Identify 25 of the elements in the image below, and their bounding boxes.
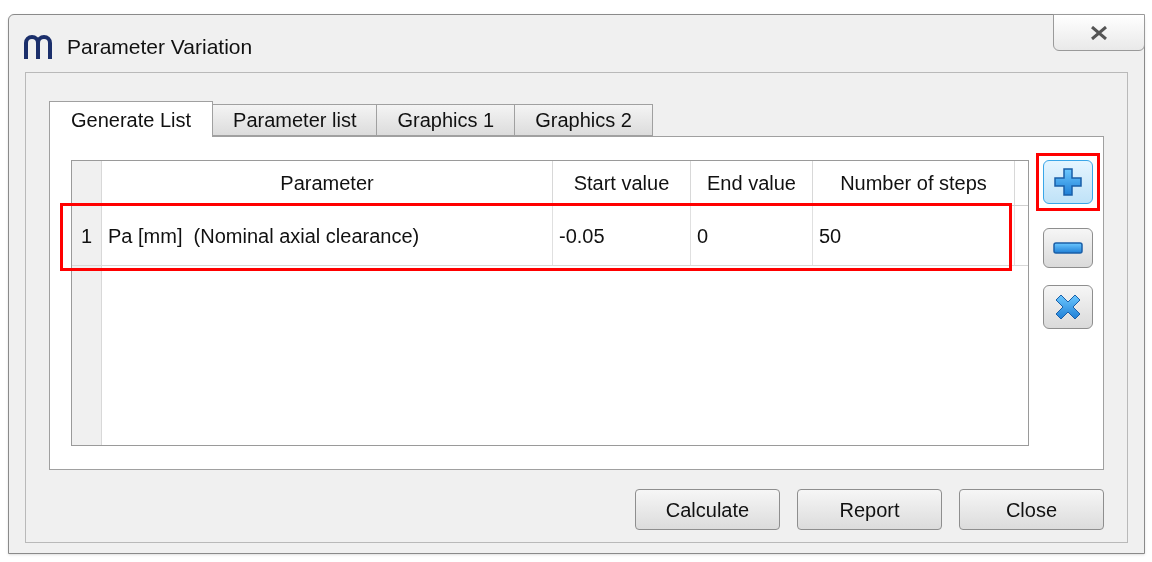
close-icon — [1090, 25, 1108, 40]
remove-button[interactable] — [1043, 228, 1093, 268]
table-cell: -0.05 — [553, 206, 691, 265]
dialog-button[interactable]: Calculate — [635, 489, 780, 530]
column-header: Parameter — [102, 161, 553, 205]
tab[interactable]: Graphics 1 — [376, 104, 516, 136]
minus-icon — [1053, 242, 1083, 254]
dialog-button[interactable]: Report — [797, 489, 942, 530]
tab[interactable]: Generate List — [49, 101, 214, 137]
column-header: Number of steps — [813, 161, 1015, 205]
row-number: 1 — [72, 206, 102, 265]
plus-icon — [1053, 167, 1083, 197]
table-cell: 0 — [691, 206, 813, 265]
tab[interactable]: Graphics 2 — [514, 104, 653, 136]
close-button[interactable] — [1053, 14, 1145, 51]
dialog-button[interactable]: Close — [959, 489, 1104, 530]
table-cell: Pa [mm] (Nominal axial clearance) — [102, 206, 553, 265]
window-title: Parameter Variation — [67, 34, 253, 60]
cross-icon — [1053, 292, 1083, 322]
tab[interactable]: Parameter list — [212, 104, 378, 136]
column-header: End value — [691, 161, 813, 205]
delete-button[interactable] — [1043, 285, 1093, 329]
table-cell: 50 — [813, 206, 1015, 265]
column-header: Start value — [553, 161, 691, 205]
add-button[interactable] — [1043, 160, 1093, 204]
